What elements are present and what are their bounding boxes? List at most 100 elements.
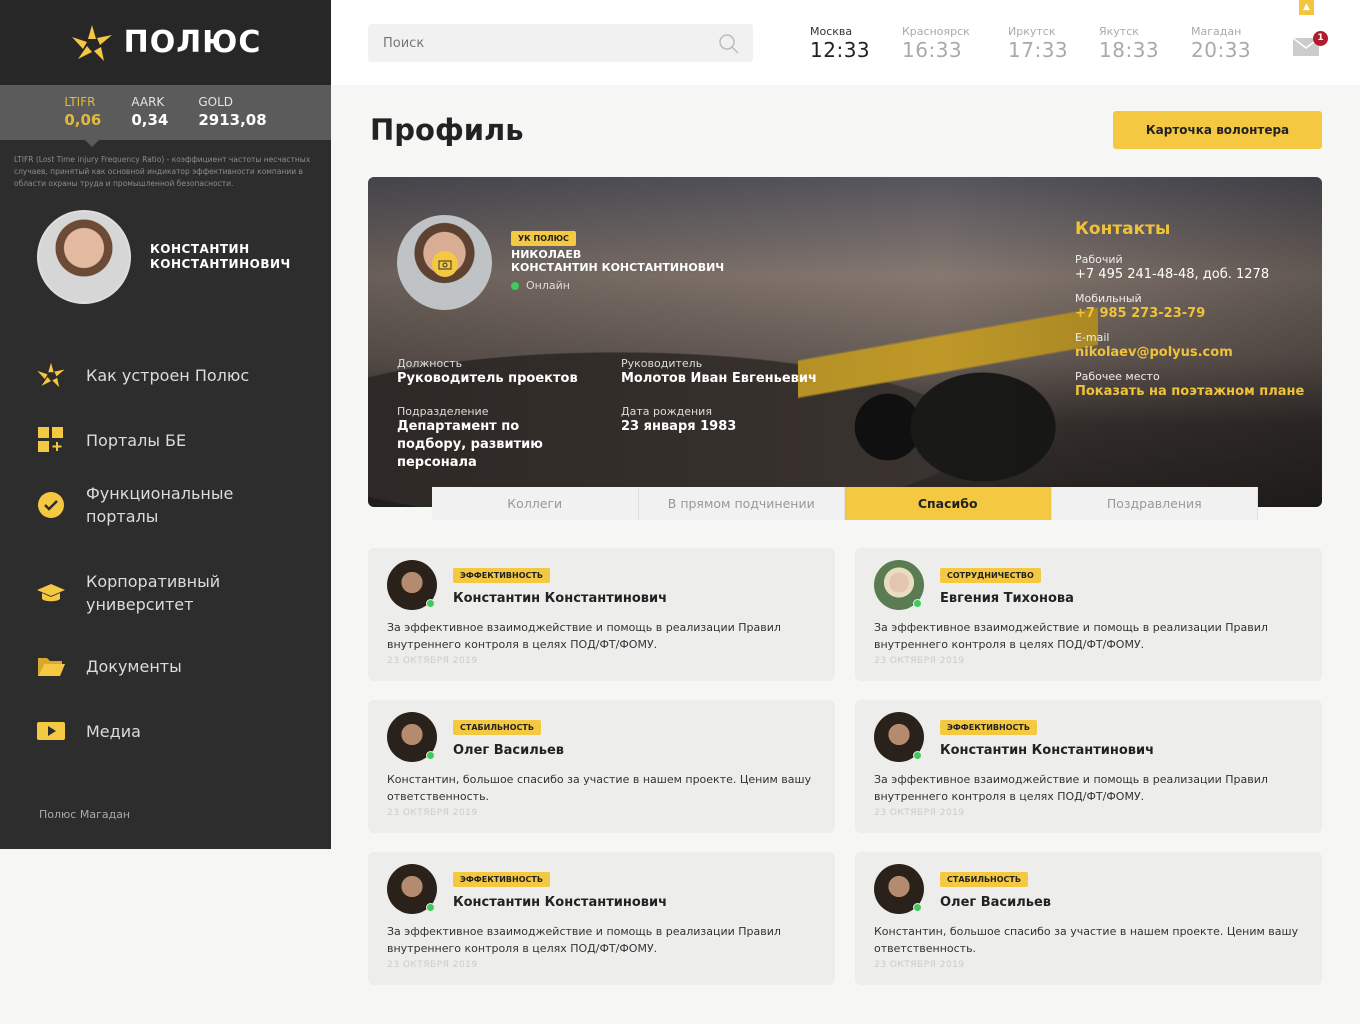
stat-label: AARK xyxy=(131,95,165,109)
email-link[interactable]: nikolaev@polyus.com xyxy=(1075,345,1305,360)
nav-item-how-polus-works[interactable]: Как устроен Полюс xyxy=(0,355,331,395)
tab-subordinates[interactable]: В прямом подчинении xyxy=(639,487,845,520)
clock-time: 16:33 xyxy=(902,38,963,62)
search-input[interactable] xyxy=(368,24,753,62)
clock-time: 20:33 xyxy=(1191,38,1252,62)
clock-city: Москва xyxy=(810,25,853,38)
contact-label: Рабочий xyxy=(1075,253,1123,266)
nav-item-documents[interactable]: Документы xyxy=(0,646,331,686)
online-dot-icon xyxy=(913,599,922,608)
stat-gold[interactable]: GOLD 2913,08 xyxy=(198,95,266,140)
stat-label: GOLD xyxy=(198,95,234,109)
stat-value: 2913,08 xyxy=(198,111,267,129)
author-name[interactable]: Евгения Тихонова xyxy=(940,591,1074,606)
thanks-text: За эффективное взаимоджействие и помощь … xyxy=(387,621,781,651)
thanks-card[interactable]: ЭФФЕКТИВНОСТЬ Константин Константинович … xyxy=(855,700,1322,833)
current-user[interactable]: КОНСТАНТИН КОНСТАНТИНОВИЧ xyxy=(0,190,331,304)
avatar[interactable] xyxy=(874,560,924,610)
field-value: Департамент по подбору, развитию персона… xyxy=(397,419,543,470)
avatar[interactable] xyxy=(387,560,437,610)
nav-item-media[interactable]: Медиа xyxy=(0,711,331,751)
online-dot-icon xyxy=(913,751,922,760)
category-tag: ЭФФЕКТИВНОСТЬ xyxy=(453,568,550,583)
logo[interactable]: ПОЛЮС xyxy=(0,0,331,85)
stat-label: LTIFR xyxy=(64,95,96,109)
nav-label: Как устроен Полюс xyxy=(86,365,250,385)
author-name[interactable]: Олег Васильев xyxy=(940,895,1051,910)
field-value: 23 января 1983 xyxy=(621,419,737,434)
change-photo-button[interactable] xyxy=(432,251,458,277)
page-title: Профиль xyxy=(370,113,524,147)
nav-label: Порталы БЕ xyxy=(86,430,187,450)
avatar[interactable] xyxy=(387,712,437,762)
nav-label: Корпоративный университет xyxy=(86,572,221,614)
folder-icon xyxy=(38,658,65,676)
profile-given-name: КОНСТАНТИН КОНСТАНТИНОВИЧ xyxy=(511,261,725,274)
user-name: КОНСТАНТИН КОНСТАНТИНОВИЧ xyxy=(150,242,291,272)
avatar[interactable] xyxy=(874,712,924,762)
field-label: Должность xyxy=(397,357,463,370)
clock-time: 12:33 xyxy=(810,38,871,62)
nav-item-portals-be[interactable]: Порталы БЕ xyxy=(0,420,331,460)
category-tag: СТАБИЛЬНОСТЬ xyxy=(453,720,541,735)
thanks-card[interactable]: ЭФФЕКТИВНОСТЬ Константин Константинович … xyxy=(368,548,835,681)
tab-colleagues[interactable]: Коллеги xyxy=(432,487,639,520)
clock-irkutsk: Иркутск 17:33 xyxy=(1008,25,1068,62)
chevron-up-icon: ▲ xyxy=(1303,2,1310,12)
nav-label: Медиа xyxy=(86,721,141,741)
tab-congratulations[interactable]: Поздравления xyxy=(1052,487,1258,520)
profile-surname: НИКОЛАЕВ xyxy=(511,248,582,261)
author-name[interactable]: Константин Константинович xyxy=(453,591,667,606)
thanks-date: 23 ОКТЯБРЯ 2019 xyxy=(874,656,965,666)
floor-plan-link[interactable]: Показать на поэтажном плане xyxy=(1075,384,1305,399)
profile-banner: УК ПОЛЮС НИКОЛАЕВ КОНСТАНТИН КОНСТАНТИНОВ… xyxy=(368,177,1322,507)
volunteer-card-button[interactable]: Карточка волонтера xyxy=(1113,111,1322,149)
contacts: Контакты Рабочий +7 495 241-48-48, доб. … xyxy=(1075,219,1305,399)
search-icon[interactable] xyxy=(718,33,740,55)
clock-city: Магадан xyxy=(1191,25,1242,38)
region-label[interactable]: Полюс Магадан xyxy=(39,808,130,821)
field-position: Должность Руководитель проектов xyxy=(397,357,578,388)
nav-item-functional-portals[interactable]: Функциональные порталы xyxy=(0,480,331,530)
clock-moscow: Москва 12:33 xyxy=(810,25,870,62)
field-label: Подразделение xyxy=(397,405,489,418)
clock-magadan: Магадан 20:33 xyxy=(1191,25,1251,62)
collapse-button[interactable]: ▲ xyxy=(1299,0,1314,15)
clock-time: 17:33 xyxy=(1008,38,1069,62)
polus-logo-icon xyxy=(71,24,112,61)
thanks-card[interactable]: СТАБИЛЬНОСТЬ Олег Васильев Константин, б… xyxy=(368,700,835,833)
polus-logo-icon xyxy=(37,362,65,388)
thanks-text: За эффективное взаимоджействие и помощь … xyxy=(874,621,1268,651)
stat-ltifr[interactable]: LTIFR 0,06 xyxy=(64,95,101,140)
thanks-card[interactable]: СОТРУДНИЧЕСТВО Евгения Тихонова За эффек… xyxy=(855,548,1322,681)
field-value[interactable]: Молотов Иван Евгеньевич xyxy=(621,370,817,388)
author-name[interactable]: Константин Константинович xyxy=(940,743,1154,758)
field-label: Руководитель xyxy=(621,357,703,370)
author-name[interactable]: Олег Васильев xyxy=(453,743,564,758)
clock-yakutsk: Якутск 18:33 xyxy=(1099,25,1159,62)
stat-value: 0,06 xyxy=(64,111,102,129)
thanks-card[interactable]: ЭФФЕКТИВНОСТЬ Константин Константинович … xyxy=(368,852,835,985)
field-manager: Руководитель Молотов Иван Евгеньевич xyxy=(621,357,817,388)
thanks-card[interactable]: СТАБИЛЬНОСТЬ Олег Васильев Константин, б… xyxy=(855,852,1322,985)
online-status: Онлайн xyxy=(511,279,570,292)
stat-aark[interactable]: AARK 0,34 xyxy=(131,95,168,140)
tab-thanks[interactable]: Спасибо xyxy=(845,487,1052,520)
online-dot-icon xyxy=(913,903,922,912)
avatar[interactable] xyxy=(874,864,924,914)
category-tag: ЭФФЕКТИВНОСТЬ xyxy=(940,720,1037,735)
contact-label: Мобильный xyxy=(1075,292,1142,305)
clock-krasnoyarsk: Красноярск 16:33 xyxy=(902,25,970,62)
status-text: Онлайн xyxy=(526,279,570,292)
company-tag: УК ПОЛЮС xyxy=(511,231,576,246)
author-name[interactable]: Константин Константинович xyxy=(453,895,667,910)
clock-city: Иркутск xyxy=(1008,25,1056,38)
avatar[interactable] xyxy=(387,864,437,914)
check-circle-icon xyxy=(38,492,64,518)
online-dot-icon xyxy=(426,751,435,760)
category-tag: СОТРУДНИЧЕСТВО xyxy=(940,568,1041,583)
work-phone[interactable]: +7 495 241-48-48, доб. 1278 xyxy=(1075,267,1305,282)
mobile-phone[interactable]: +7 985 273-23-79 xyxy=(1075,306,1305,321)
nav-item-corporate-university[interactable]: Корпоративный университет xyxy=(0,568,331,618)
thanks-date: 23 ОКТЯБРЯ 2019 xyxy=(874,808,965,818)
